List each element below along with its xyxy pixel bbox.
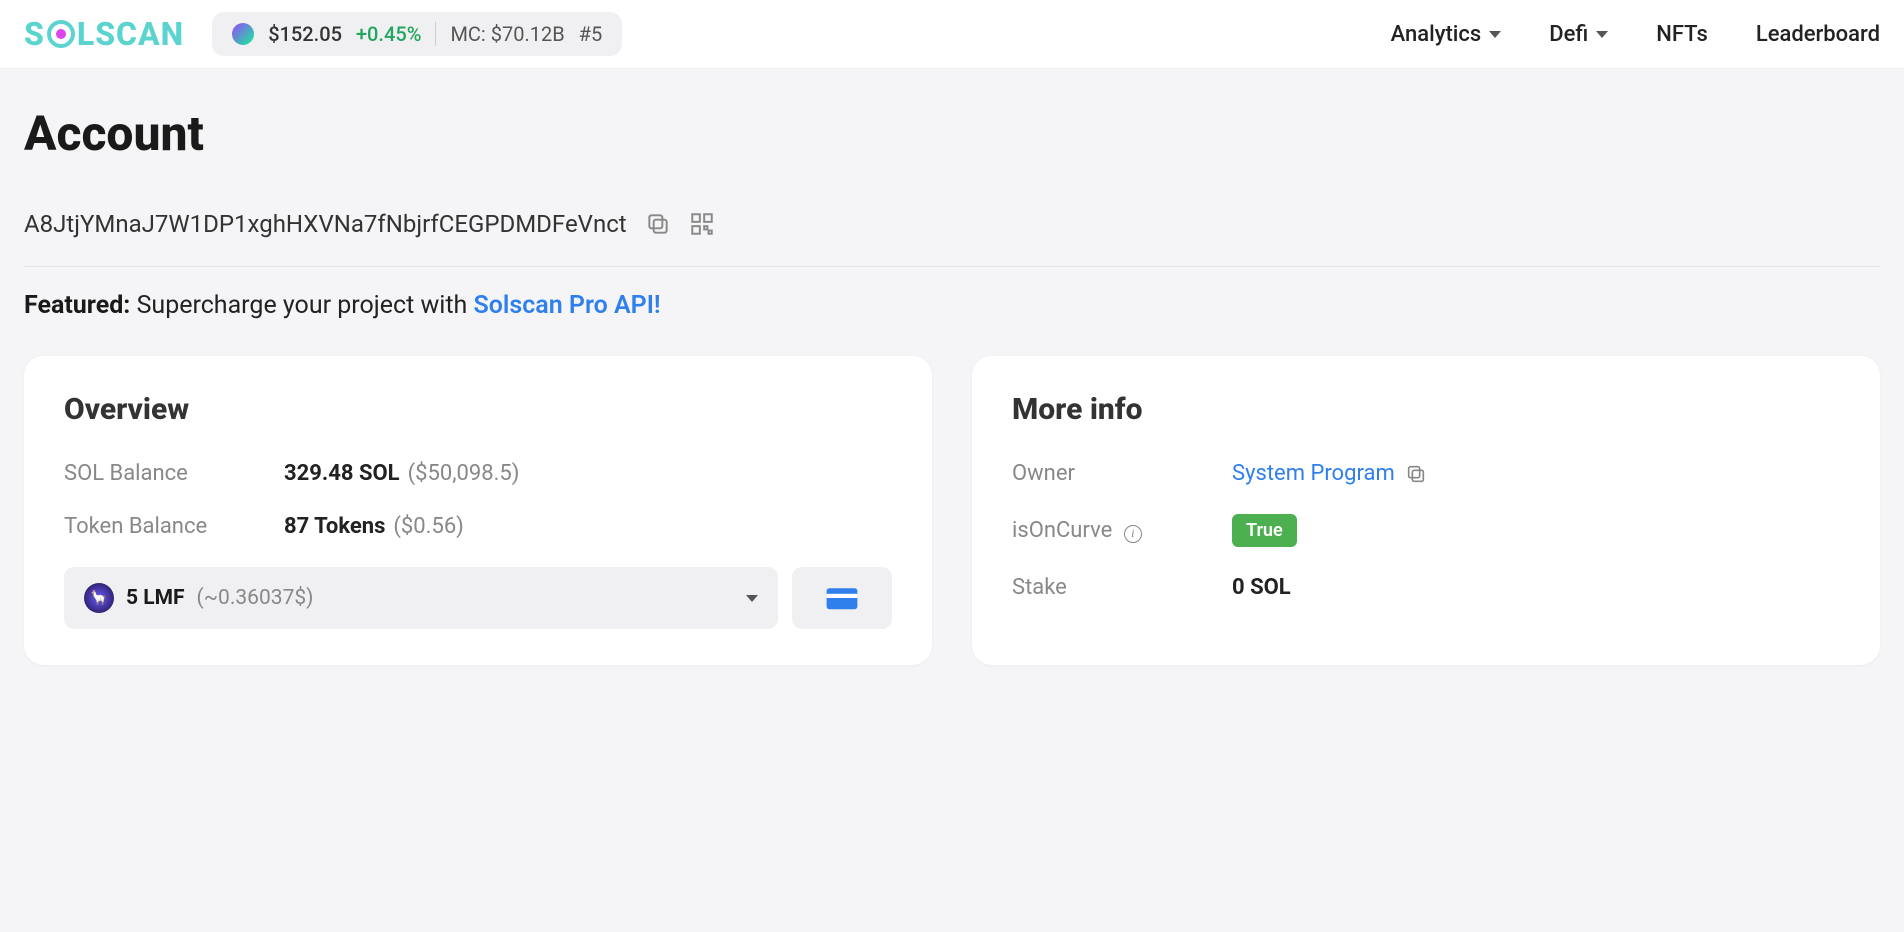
- solana-icon: [232, 23, 254, 45]
- card-title: More info: [1012, 392, 1840, 427]
- featured-label: Featured:: [24, 291, 130, 320]
- is-on-curve-label: isOnCurve i: [1012, 518, 1232, 543]
- selected-token-name: 5 LMF: [126, 586, 185, 610]
- chevron-down-icon: [746, 595, 758, 602]
- sol-price: $152.05: [268, 22, 342, 46]
- owner-row: Owner System Program: [1012, 461, 1840, 486]
- token-icon: 🦙: [84, 583, 114, 613]
- page-title: Account: [24, 105, 1880, 162]
- stake-value: 0 SOL: [1232, 575, 1291, 600]
- nav-analytics[interactable]: Analytics: [1391, 22, 1502, 47]
- nav-label: Defi: [1549, 22, 1588, 47]
- logo-o-icon: [47, 20, 75, 48]
- stake-label: Stake: [1012, 575, 1232, 600]
- featured-link[interactable]: Solscan Pro API!: [474, 291, 661, 320]
- token-balance-label: Token Balance: [64, 514, 284, 539]
- nav-label: NFTs: [1656, 22, 1708, 47]
- nav-label: Leaderboard: [1756, 22, 1880, 47]
- sol-balance-row: SOL Balance 329.48 SOL ($50,098.5): [64, 461, 892, 486]
- token-balance-usd: ($0.56): [393, 514, 463, 539]
- selected-token-usd: (~0.36037$): [197, 586, 314, 610]
- divider: [435, 22, 436, 46]
- price-pill[interactable]: $152.05 +0.45% MC: $70.12B #5: [212, 12, 622, 56]
- main: Account A8JtjYMnaJ7W1DP1xghHXVNa7fNbjrfC…: [0, 69, 1904, 701]
- wallet-button[interactable]: [792, 567, 892, 629]
- info-icon[interactable]: i: [1124, 525, 1142, 543]
- rank: #5: [579, 22, 603, 46]
- copy-icon[interactable]: [1405, 463, 1427, 485]
- owner-value[interactable]: System Program: [1232, 461, 1395, 486]
- account-address: A8JtjYMnaJ7W1DP1xghHXVNa7fNbjrfCEGPDMDFe…: [24, 210, 627, 238]
- logo[interactable]: SLSCAN: [24, 15, 184, 53]
- stake-row: Stake 0 SOL: [1012, 575, 1840, 600]
- token-balance-value: 87 Tokens: [284, 514, 385, 539]
- market-cap: MC: $70.12B: [450, 22, 564, 46]
- is-on-curve-badge: True: [1232, 514, 1297, 547]
- copy-icon[interactable]: [645, 211, 671, 237]
- is-on-curve-row: isOnCurve i True: [1012, 514, 1840, 547]
- header: SLSCAN $152.05 +0.45% MC: $70.12B #5 Ana…: [0, 0, 1904, 69]
- nav: Analytics Defi NFTs Leaderboard: [1391, 22, 1880, 47]
- cards-row: Overview SOL Balance 329.48 SOL ($50,098…: [24, 356, 1880, 665]
- chevron-down-icon: [1596, 31, 1608, 38]
- qr-icon[interactable]: [689, 211, 715, 237]
- nav-defi[interactable]: Defi: [1549, 22, 1608, 47]
- featured-banner: Featured: Supercharge your project with …: [24, 291, 1880, 320]
- nav-nfts[interactable]: NFTs: [1656, 22, 1708, 47]
- chevron-down-icon: [1489, 31, 1501, 38]
- wallet-icon: [825, 584, 859, 612]
- nav-leaderboard[interactable]: Leaderboard: [1756, 22, 1880, 47]
- address-row: A8JtjYMnaJ7W1DP1xghHXVNa7fNbjrfCEGPDMDFe…: [24, 210, 1880, 267]
- sol-change: +0.45%: [356, 22, 422, 46]
- more-info-card: More info Owner System Program isOnCurve…: [972, 356, 1880, 665]
- token-select-row: 🦙 5 LMF (~0.36037$): [64, 567, 892, 629]
- sol-balance-value: 329.48 SOL: [284, 461, 400, 486]
- overview-card: Overview SOL Balance 329.48 SOL ($50,098…: [24, 356, 932, 665]
- token-balance-row: Token Balance 87 Tokens ($0.56): [64, 514, 892, 539]
- sol-balance-usd: ($50,098.5): [408, 461, 520, 486]
- owner-label: Owner: [1012, 461, 1232, 486]
- card-title: Overview: [64, 392, 892, 427]
- featured-text: Supercharge your project with: [137, 291, 468, 320]
- nav-label: Analytics: [1391, 22, 1482, 47]
- token-select-dropdown[interactable]: 🦙 5 LMF (~0.36037$): [64, 567, 778, 629]
- sol-balance-label: SOL Balance: [64, 461, 284, 486]
